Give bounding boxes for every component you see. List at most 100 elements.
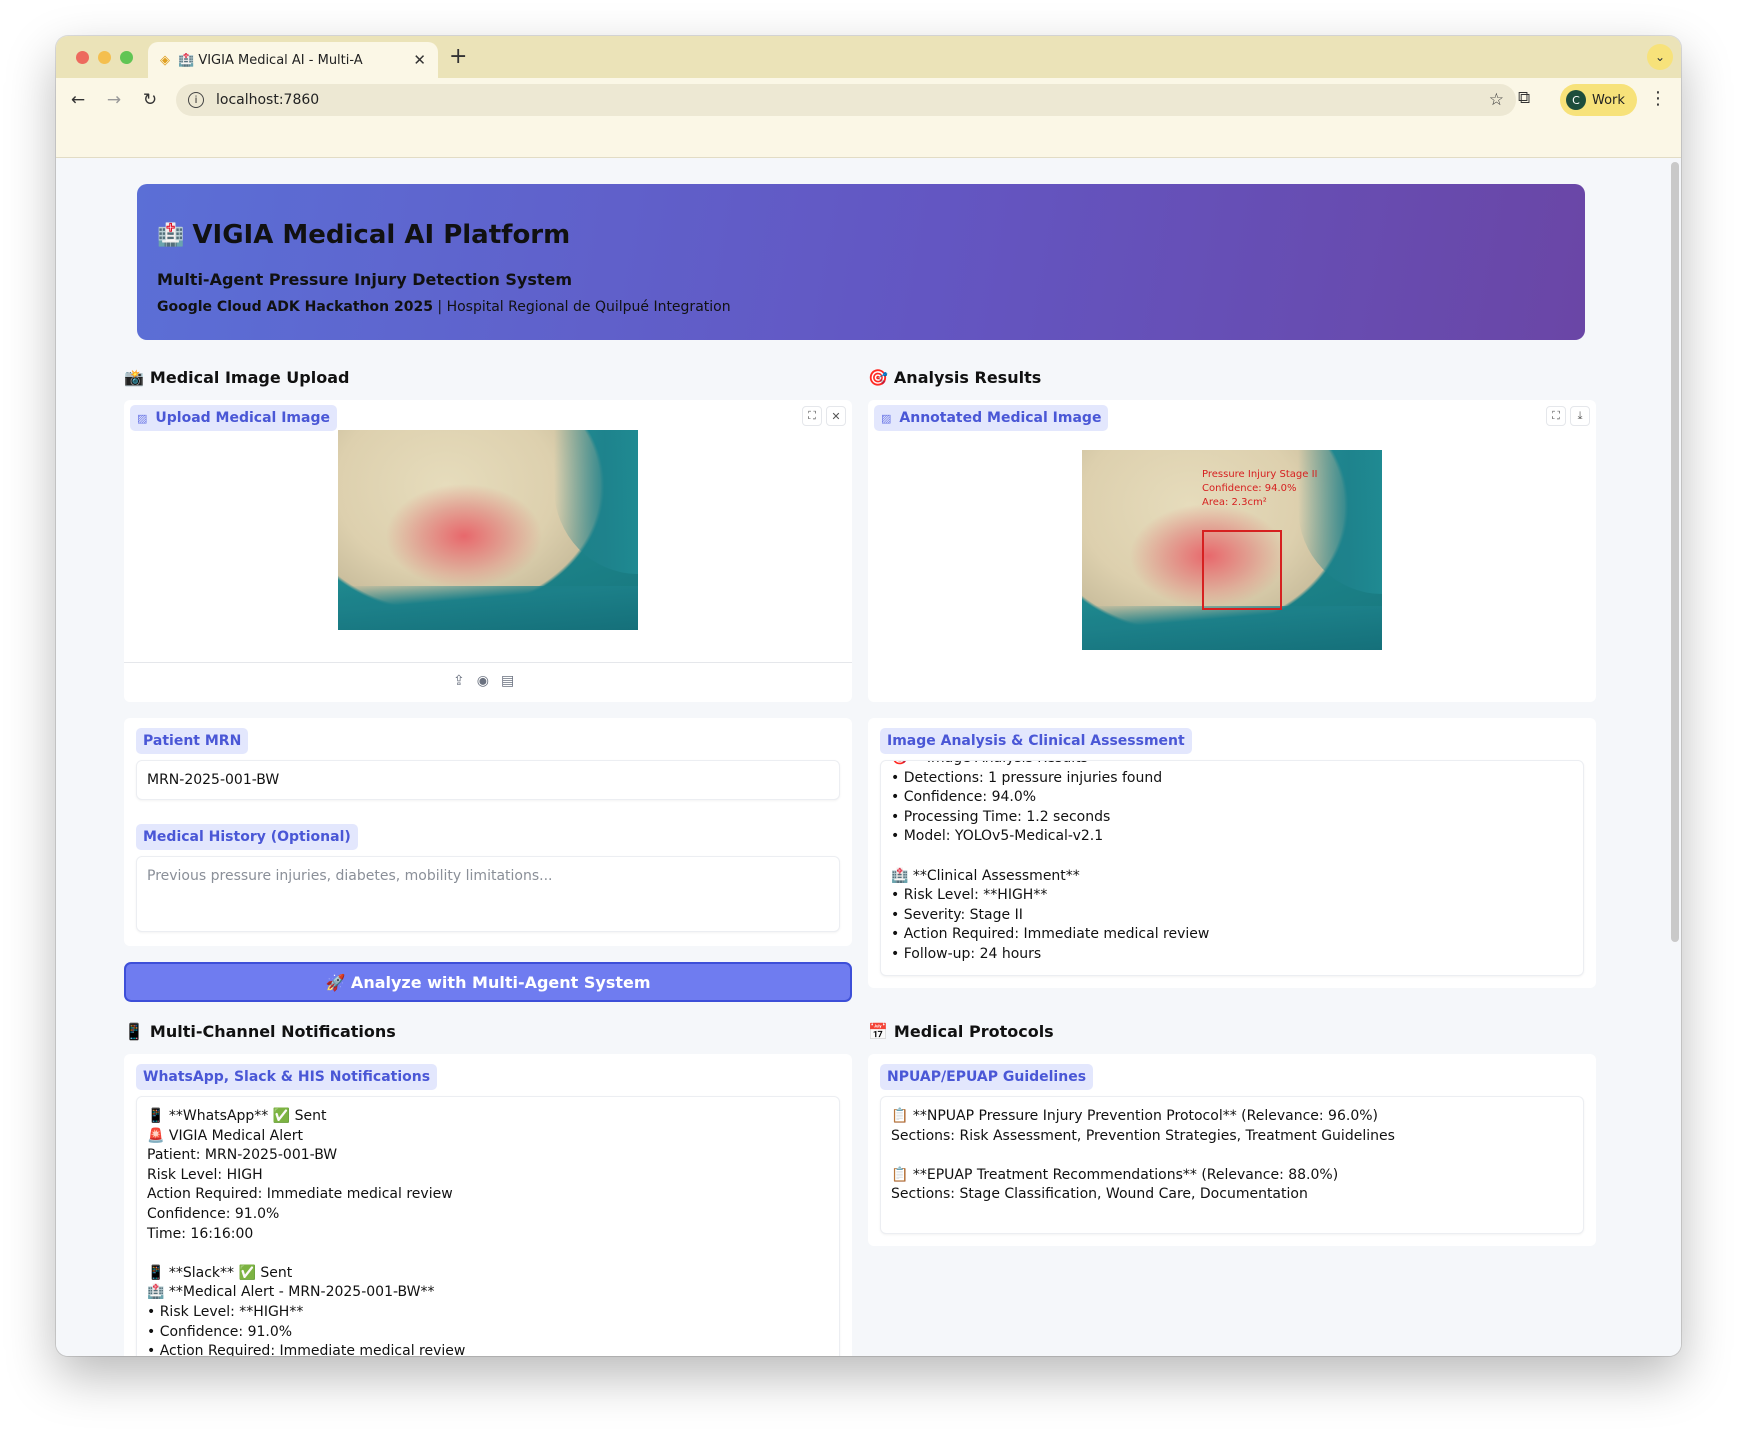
tab-favicon-icon: ◈ bbox=[160, 52, 170, 68]
url-text: localhost:7860 bbox=[216, 92, 320, 108]
notification-line: 📱 **Slack** ✅ Sent bbox=[147, 1264, 293, 1281]
assessment-line: • Risk Level: **HIGH** bbox=[891, 887, 1048, 904]
notifications-output[interactable]: 📱 **WhatsApp** ✅ Sent 🚨 VIGIA Medical Al… bbox=[136, 1096, 840, 1356]
medical-history-label-text: Medical History (Optional) bbox=[143, 829, 351, 845]
notification-spacer bbox=[147, 1244, 829, 1264]
notifications-panel: WhatsApp, Slack & HIS Notifications 📱 **… bbox=[124, 1054, 852, 1356]
assessment-label-text: Image Analysis & Clinical Assessment bbox=[887, 733, 1185, 749]
minimize-window-button[interactable] bbox=[98, 50, 111, 64]
page-title: 🏥 VIGIA Medical AI Platform bbox=[157, 220, 1565, 250]
hero-credits: Google Cloud ADK Hackathon 2025 | Hospit… bbox=[157, 299, 1565, 315]
upload-image-label: ▨ Upload Medical Image bbox=[130, 405, 337, 431]
download-icon[interactable]: ⤓ bbox=[1570, 406, 1590, 426]
new-tab-icon[interactable]: + bbox=[449, 44, 467, 69]
notification-line: Patient: MRN-2025-001-BW bbox=[147, 1147, 338, 1164]
notification-line: 🚨 VIGIA Medical Alert bbox=[147, 1127, 304, 1144]
hero-banner: 🏥 VIGIA Medical AI Platform Multi-Agent … bbox=[137, 184, 1585, 340]
uploaded-wound-image bbox=[338, 430, 638, 630]
patient-form-panel: Patient MRN MRN-2025-001-BW Medical Hist… bbox=[124, 718, 852, 946]
back-icon[interactable]: ← bbox=[60, 90, 96, 110]
upload-section-title: 📸 Medical Image Upload bbox=[124, 368, 349, 387]
image-shading bbox=[554, 430, 638, 574]
medical-history-label: Medical History (Optional) bbox=[136, 824, 358, 850]
protocols-section-title-text: Medical Protocols bbox=[893, 1022, 1054, 1041]
address-bar[interactable]: i localhost:7860 ☆ bbox=[176, 84, 1516, 116]
assessment-label: Image Analysis & Clinical Assessment bbox=[880, 728, 1192, 754]
protocol-line: 📋 **NPUAP Pressure Injury Prevention Pro… bbox=[891, 1108, 1378, 1124]
notification-line: Time: 16:16:00 bbox=[147, 1225, 254, 1242]
notifications-section-title: 📱 Multi-Channel Notifications bbox=[124, 1022, 396, 1041]
assessment-line: • Processing Time: 1.2 seconds bbox=[891, 808, 1111, 825]
notification-line: 🏥 **Medical Alert - MRN-2025-001-BW** bbox=[147, 1284, 435, 1301]
patient-mrn-label-text: Patient MRN bbox=[143, 733, 242, 749]
protocol-line: Sections: Stage Classification, Wound Ca… bbox=[891, 1186, 1308, 1203]
notifications-label: WhatsApp, Slack & HIS Notifications bbox=[136, 1064, 438, 1090]
protocols-label: NPUAP/EPUAP Guidelines bbox=[880, 1064, 1094, 1090]
image-icon: ▨ bbox=[881, 411, 892, 425]
tab-search-icon[interactable]: ⌄ bbox=[1647, 44, 1673, 70]
webcam-icon[interactable]: ◉ bbox=[477, 673, 489, 689]
page-viewport: 🏥 VIGIA Medical AI Platform Multi-Agent … bbox=[56, 158, 1681, 1356]
profile-button[interactable]: C Work bbox=[1560, 84, 1637, 116]
extensions-icon[interactable]: ⧉ bbox=[1518, 88, 1530, 108]
event-name: Google Cloud ADK Hackathon 2025 bbox=[157, 299, 433, 315]
site-info-icon[interactable]: i bbox=[188, 92, 204, 108]
results-section-title-text: Analysis Results bbox=[893, 368, 1042, 387]
page-scrollbar[interactable] bbox=[1671, 162, 1679, 942]
upload-icon[interactable]: ⇪ bbox=[453, 673, 465, 689]
forward-icon[interactable]: → bbox=[96, 90, 132, 110]
protocols-output[interactable]: 📋 **NPUAP Pressure Injury Prevention Pro… bbox=[880, 1096, 1584, 1234]
assessment-output[interactable]: 🎯 **Image Analysis Results** • Detection… bbox=[880, 760, 1584, 976]
protocol-line: Sections: Risk Assessment, Prevention St… bbox=[891, 1127, 1395, 1144]
browser-menu-icon[interactable]: ⋮ bbox=[1649, 88, 1667, 109]
close-window-button[interactable] bbox=[76, 50, 89, 64]
bookmark-star-icon[interactable]: ☆ bbox=[1489, 90, 1504, 110]
credits-separator: | bbox=[432, 299, 447, 315]
results-panel: ▨ Annotated Medical Image ⛶ ⤓ Pressure I… bbox=[868, 400, 1596, 702]
analyze-button[interactable]: 🚀 Analyze with Multi-Agent System bbox=[124, 962, 852, 1002]
notification-line: • Risk Level: **HIGH** bbox=[147, 1303, 304, 1320]
notification-line: Risk Level: HIGH bbox=[147, 1166, 263, 1183]
annotated-image-controls: ⛶ ⤓ bbox=[1546, 406, 1590, 426]
protocols-section-title: 📅 Medical Protocols bbox=[868, 1022, 1054, 1041]
browser-tab[interactable]: ◈ 🏥 VIGIA Medical AI - Multi-A ✕ bbox=[148, 42, 438, 78]
results-section-title: 🎯 Analysis Results bbox=[868, 368, 1041, 387]
notification-line: 📱 **WhatsApp** ✅ Sent bbox=[147, 1108, 327, 1124]
assessment-line: • Confidence: 94.0% bbox=[891, 789, 1037, 806]
protocols-panel: NPUAP/EPUAP Guidelines 📋 **NPUAP Pressur… bbox=[868, 1054, 1596, 1246]
assessment-line: • Action Required: Immediate medical rev… bbox=[891, 926, 1210, 943]
fullscreen-icon[interactable]: ⛶ bbox=[802, 406, 822, 426]
assessment-line: • Detections: 1 pressure injuries found bbox=[891, 769, 1163, 786]
upload-image-label-text: Upload Medical Image bbox=[155, 410, 330, 426]
page-subtitle: Multi-Agent Pressure Injury Detection Sy… bbox=[157, 270, 573, 289]
assessment-line: 🏥 **Clinical Assessment** bbox=[891, 867, 1080, 884]
hospital-icon: 🏥 bbox=[157, 222, 185, 248]
profile-name: Work bbox=[1592, 92, 1625, 108]
upload-image-controls: ⛶ ✕ bbox=[802, 406, 846, 426]
annotated-image-label-text: Annotated Medical Image bbox=[899, 410, 1102, 426]
browser-window: ◈ 🏥 VIGIA Medical AI - Multi-A ✕ + ⌄ ← →… bbox=[56, 36, 1681, 1356]
notification-line: • Confidence: 91.0% bbox=[147, 1323, 293, 1340]
avatar: C bbox=[1566, 90, 1586, 110]
clear-image-icon[interactable]: ✕ bbox=[826, 406, 846, 426]
assessment-lines: 🎯 **Image Analysis Results** • Detection… bbox=[891, 761, 1573, 965]
patient-mrn-input[interactable]: MRN-2025-001-BW bbox=[136, 760, 840, 800]
calendar-icon: 📅 bbox=[868, 1022, 888, 1041]
bookmarks-bar bbox=[56, 122, 1681, 158]
reload-icon[interactable]: ↻ bbox=[132, 90, 168, 110]
phone-icon: 📱 bbox=[124, 1022, 144, 1041]
maximize-window-button[interactable] bbox=[120, 50, 133, 64]
assessment-panel: Image Analysis & Clinical Assessment 🎯 *… bbox=[868, 718, 1596, 988]
annotated-wound-image: Pressure Injury Stage II Confidence: 94.… bbox=[1082, 450, 1382, 650]
upload-section-title-text: Medical Image Upload bbox=[149, 368, 350, 387]
fullscreen-icon[interactable]: ⛶ bbox=[1546, 406, 1566, 426]
browser-toolbar: ← → ↻ i localhost:7860 ☆ ⧉ C Work ⋮ bbox=[56, 78, 1681, 122]
medical-history-textarea[interactable]: Previous pressure injuries, diabetes, mo… bbox=[136, 856, 840, 932]
protocol-spacer bbox=[891, 1146, 1573, 1166]
close-tab-icon[interactable]: ✕ bbox=[413, 51, 426, 69]
notification-line: Confidence: 91.0% bbox=[147, 1205, 280, 1222]
title-bar: ◈ 🏥 VIGIA Medical AI - Multi-A ✕ + ⌄ bbox=[56, 36, 1681, 78]
assessment-line: • Follow-up: 24 hours bbox=[891, 945, 1042, 962]
assessment-line: • Severity: Stage II bbox=[891, 906, 1023, 923]
clipboard-icon[interactable]: ▤ bbox=[501, 673, 514, 689]
